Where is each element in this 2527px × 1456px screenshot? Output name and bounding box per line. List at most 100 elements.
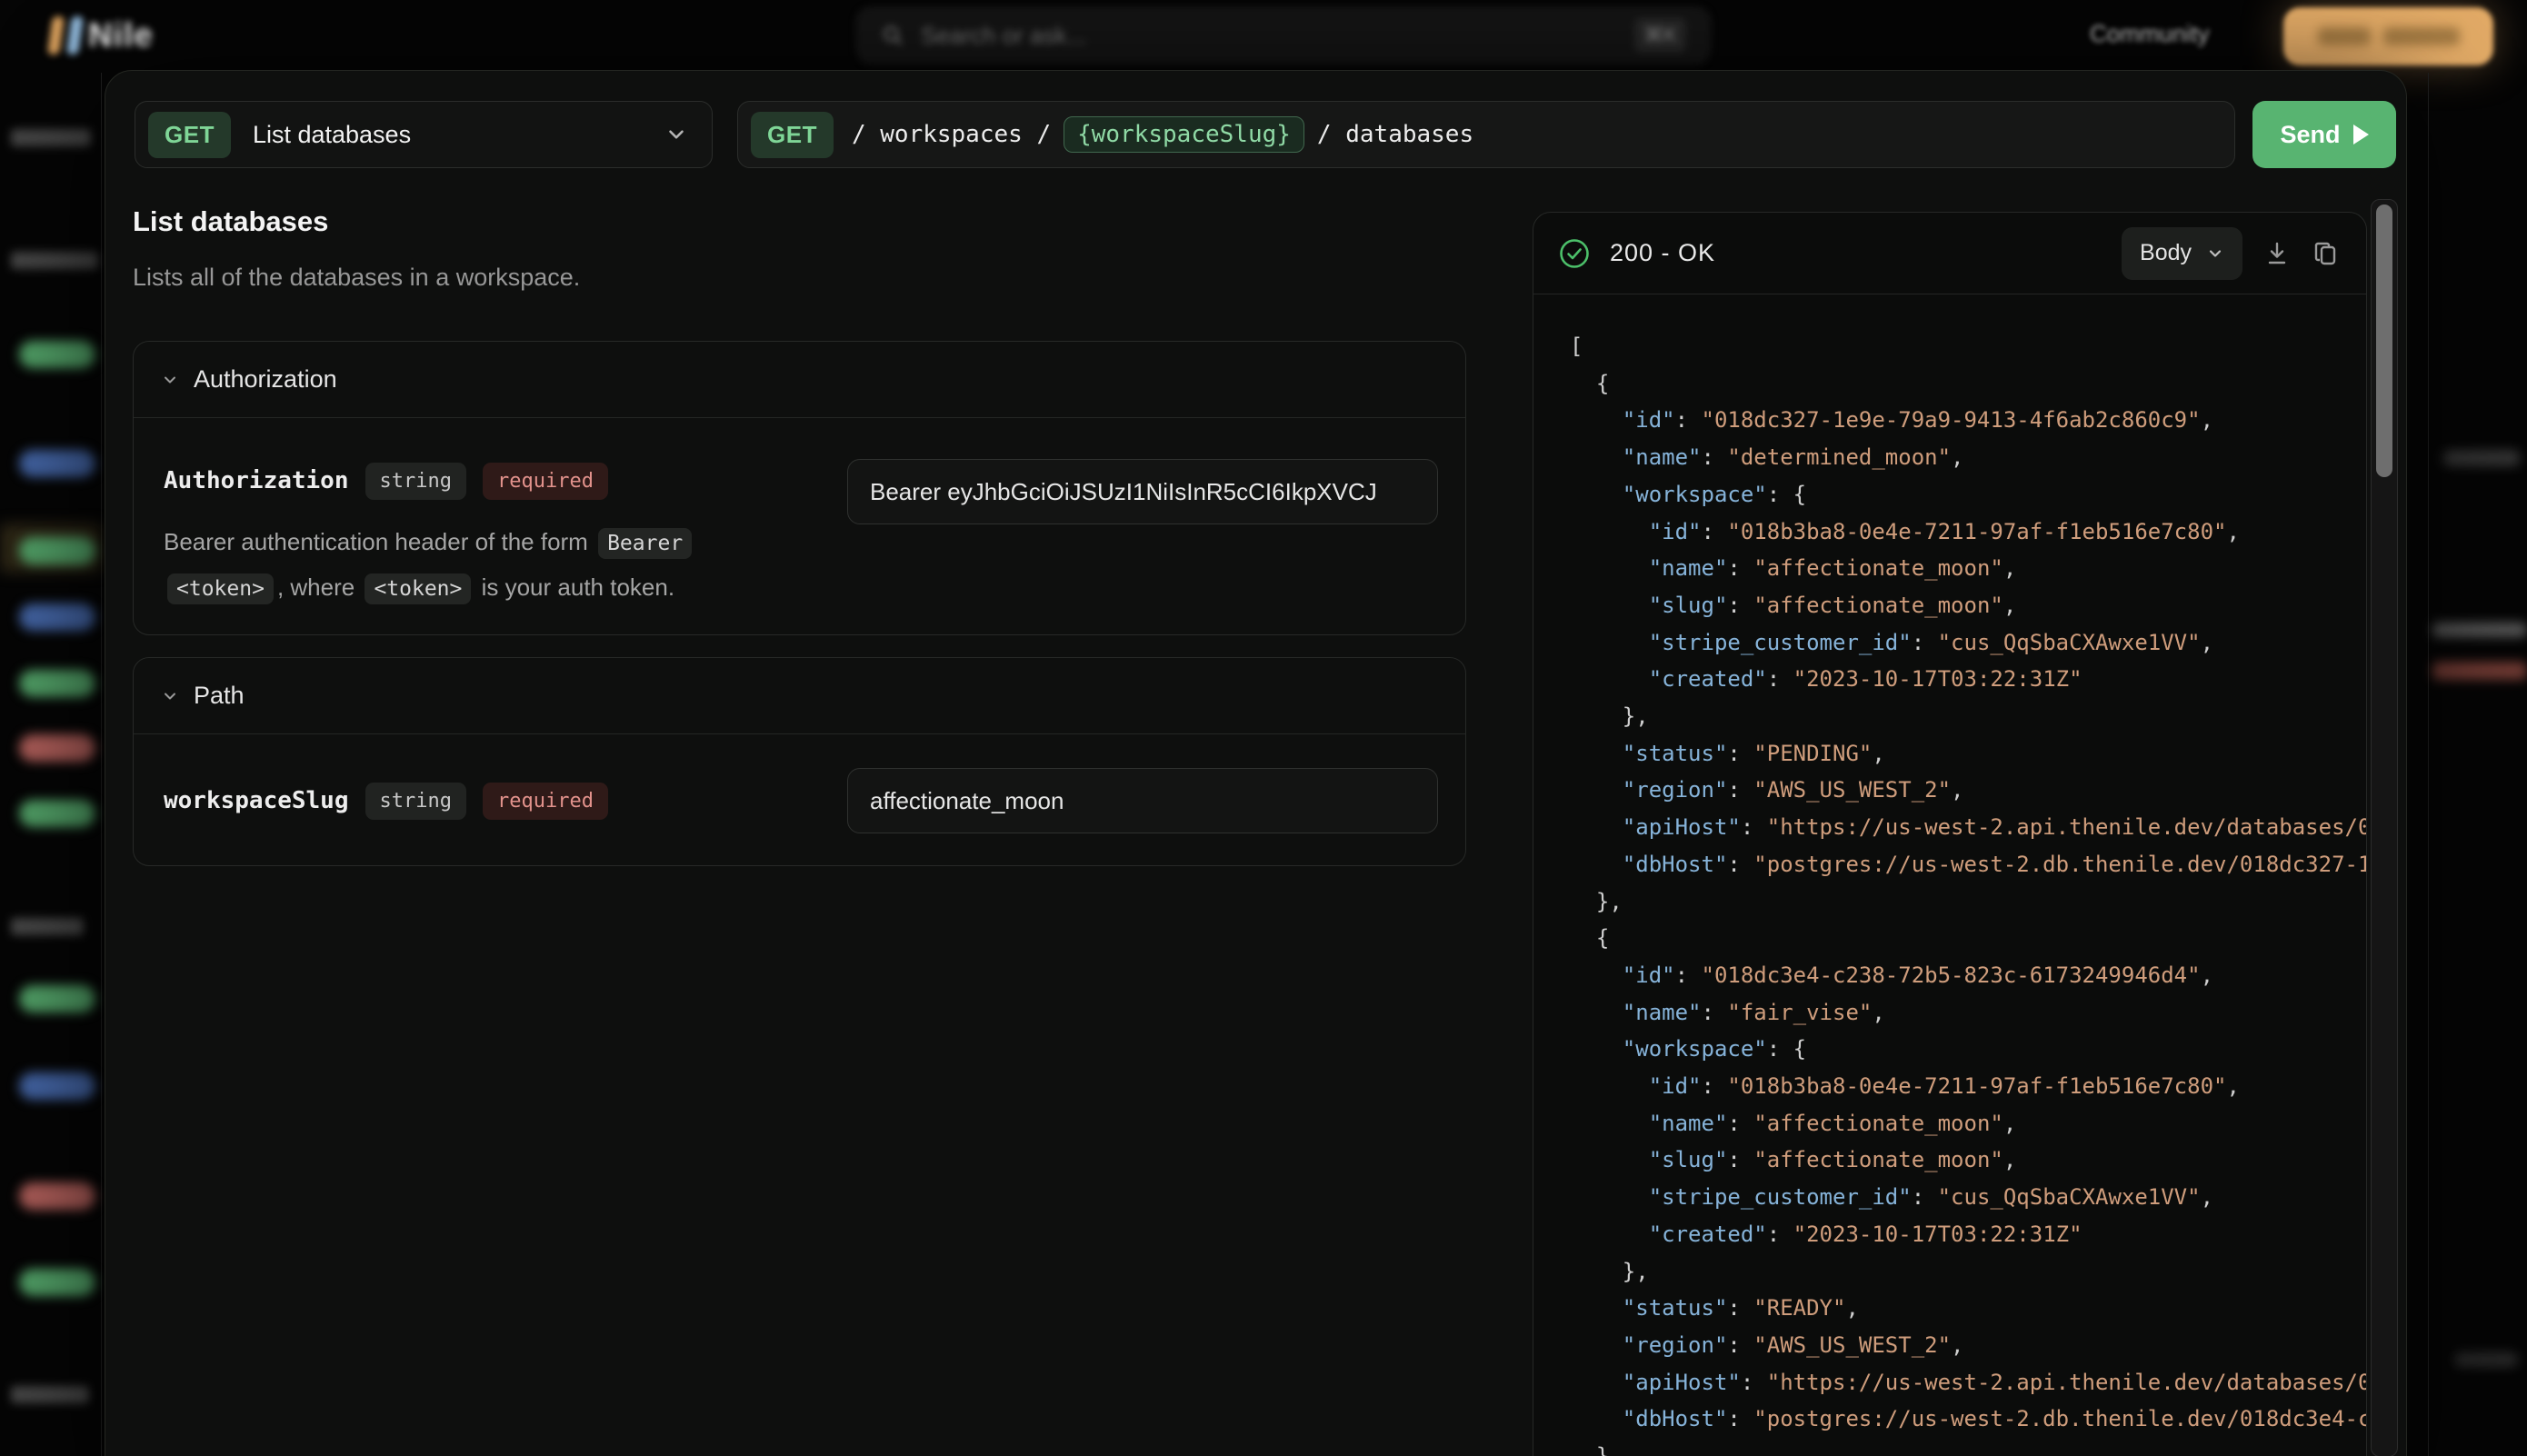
copy-response-button[interactable] bbox=[2312, 239, 2341, 268]
json-line: "stripe_customer_id": "cus_QqSbaCXAwxe1V… bbox=[1648, 1184, 2214, 1211]
param-type-badge: string bbox=[365, 462, 466, 500]
search-placeholder: Search or ask... bbox=[921, 21, 1087, 49]
endpoint-selector-label: List databases bbox=[252, 120, 412, 148]
sidebar-method-badge bbox=[19, 985, 95, 1012]
sidebar-section-label bbox=[11, 252, 98, 269]
json-line: "stripe_customer_id": "cus_QqSbaCXAwxe1V… bbox=[1648, 629, 2214, 655]
sidebar-method-badge bbox=[19, 341, 95, 368]
response-body[interactable]: [ { "id": "018dc327-1e9e-79a9-9413-4f6ab… bbox=[1533, 295, 2366, 1456]
param-row-workspace-slug: workspaceSlug string required bbox=[164, 780, 608, 822]
section-title: Authorization bbox=[194, 365, 337, 393]
sidebar-method-badge bbox=[19, 1072, 95, 1100]
json-line: "region": "AWS_US_WEST_2", bbox=[1622, 777, 1964, 803]
chevron-down-icon bbox=[165, 693, 175, 699]
json-line: "apiHost": "https://us-west-2.api.thenil… bbox=[1622, 814, 2366, 841]
sidebar-method-badge bbox=[19, 450, 95, 477]
global-search-input[interactable]: Search or ask... ⌘K bbox=[856, 7, 1711, 64]
bg-error-smudge bbox=[2432, 662, 2527, 680]
json-line: "dbHost": "postgres://us-west-2.db.theni… bbox=[1622, 851, 2366, 877]
sidebar-method-badge bbox=[19, 800, 95, 827]
json-line: "name": "determined_moon", bbox=[1622, 444, 1964, 471]
response-view-select[interactable]: Body bbox=[2122, 226, 2242, 280]
path-segment: / databases bbox=[1316, 121, 1474, 148]
response-view-label: Body bbox=[2140, 240, 2192, 265]
request-path: / workspaces / {workspaceSlug} / databas… bbox=[852, 116, 1473, 153]
description-text: Bearer authentication header of the form bbox=[164, 528, 595, 555]
json-line: "region": "AWS_US_WEST_2", bbox=[1622, 1331, 1964, 1358]
cta-text-smudge bbox=[2383, 27, 2460, 45]
json-line: "workspace": { bbox=[1622, 1036, 1807, 1062]
sidebar-divider bbox=[101, 73, 102, 1456]
json-line: "id": "018dc327-1e9e-79a9-9413-4f6ab2c86… bbox=[1622, 407, 2214, 434]
chevron-down-icon bbox=[165, 376, 175, 383]
json-line: "status": "PENDING", bbox=[1622, 740, 1885, 766]
workspace-slug-input[interactable] bbox=[847, 768, 1438, 833]
json-line: "name": "affectionate_moon", bbox=[1648, 555, 2017, 582]
chevron-down-icon bbox=[669, 130, 684, 139]
send-button-label: Send bbox=[2280, 120, 2341, 148]
json-line: }, bbox=[1570, 1258, 1649, 1284]
json-line: "workspace": { bbox=[1622, 481, 1807, 507]
community-link[interactable]: Community bbox=[2090, 20, 2209, 48]
sidebar-method-badge bbox=[19, 603, 95, 631]
param-name: workspaceSlug bbox=[164, 787, 349, 814]
sidebar-section-label bbox=[11, 129, 91, 146]
json-line: "created": "2023-10-17T03:22:31Z" bbox=[1648, 666, 2083, 693]
search-icon bbox=[884, 26, 903, 45]
param-description: Bearer authentication header of the form… bbox=[164, 520, 800, 611]
logo-bar-blue bbox=[66, 16, 84, 55]
json-line: "name": "fair_vise", bbox=[1622, 999, 1885, 1025]
copy-icon bbox=[2314, 242, 2336, 264]
content-divider bbox=[2428, 73, 2429, 1456]
json-line: "name": "affectionate_moon", bbox=[1648, 1110, 2017, 1136]
param-required-badge: required bbox=[482, 462, 608, 500]
section-title: Path bbox=[194, 682, 245, 709]
app-window: Nile Search or ask... ⌘K Community GET L… bbox=[0, 0, 2527, 1456]
download-response-button[interactable] bbox=[2262, 239, 2292, 268]
response-status: 200 - OK bbox=[1610, 239, 1716, 266]
json-line: [ bbox=[1570, 334, 1583, 359]
inline-code: <token> bbox=[365, 573, 472, 604]
method-badge-get: GET bbox=[751, 111, 834, 158]
param-type-badge: string bbox=[365, 782, 466, 820]
description-text: , where bbox=[276, 573, 362, 601]
param-name: Authorization bbox=[164, 467, 349, 494]
param-required-badge: required bbox=[482, 782, 608, 820]
download-icon bbox=[2268, 242, 2286, 264]
keyboard-shortcut-badge: ⌘K bbox=[1634, 18, 1686, 53]
json-line: }, bbox=[1570, 703, 1649, 730]
json-line: "slug": "affectionate_moon", bbox=[1648, 592, 2017, 618]
sidebar-section-label bbox=[11, 918, 84, 935]
authorization-section: Authorization Authorization string requi… bbox=[133, 341, 1466, 635]
scrollbar-thumb[interactable] bbox=[2376, 204, 2392, 477]
path-param-pill[interactable]: {workspaceSlug} bbox=[1064, 116, 1304, 153]
authorization-input[interactable] bbox=[847, 459, 1438, 524]
api-playground-modal: GET List databases GET / workspaces / {w… bbox=[105, 70, 2407, 1456]
json-line: "slug": "affectionate_moon", bbox=[1648, 1147, 2017, 1173]
brand-wordmark: Nile bbox=[88, 16, 154, 54]
cta-button[interactable] bbox=[2283, 7, 2493, 65]
json-line: { bbox=[1570, 370, 1610, 396]
json-line: "created": "2023-10-17T03:22:31Z" bbox=[1648, 1221, 2083, 1247]
json-line: "id": "018dc3e4-c238-72b5-823c-617324994… bbox=[1622, 962, 2214, 988]
path-section-toggle[interactable]: Path bbox=[134, 658, 1465, 734]
param-row-authorization: Authorization string required bbox=[164, 460, 608, 502]
path-segment: / workspaces / bbox=[851, 121, 1052, 148]
endpoint-selector-dropdown[interactable]: GET List databases bbox=[135, 101, 713, 168]
sidebar-method-badge bbox=[19, 1182, 95, 1210]
json-line: "dbHost": "postgres://us-west-2.db.theni… bbox=[1622, 1406, 2366, 1432]
json-line: "apiHost": "https://us-west-2.api.thenil… bbox=[1622, 1369, 2366, 1395]
sidebar-method-badge bbox=[19, 670, 95, 697]
nile-logo[interactable]: Nile bbox=[47, 16, 154, 55]
json-line: { bbox=[1570, 925, 1610, 952]
play-icon bbox=[2352, 125, 2369, 145]
success-check-icon bbox=[1560, 238, 1589, 268]
chevron-down-icon bbox=[2209, 249, 2222, 257]
bg-row-smudge bbox=[2432, 623, 2527, 637]
json-line: "id": "018b3ba8-0e4e-7211-97af-f1eb516e7… bbox=[1648, 518, 2240, 544]
send-button[interactable]: Send bbox=[2252, 101, 2396, 168]
json-line: }, bbox=[1570, 1438, 2366, 1456]
authorization-section-toggle[interactable]: Authorization bbox=[134, 342, 1465, 418]
request-url-bar[interactable]: GET / workspaces / {workspaceSlug} / dat… bbox=[737, 101, 2235, 168]
modal-scrollbar[interactable] bbox=[2371, 199, 2398, 1456]
